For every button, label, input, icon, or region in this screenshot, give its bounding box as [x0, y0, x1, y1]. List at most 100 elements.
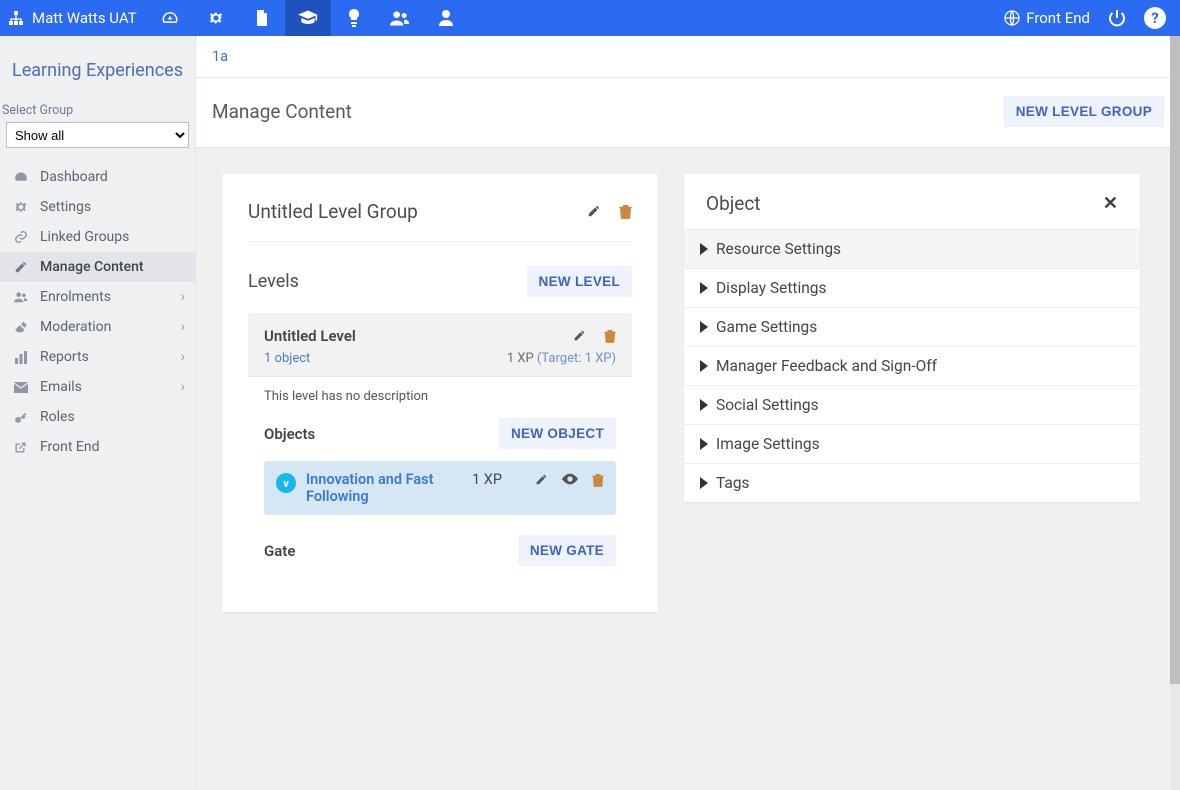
acc-game-settings[interactable]: Game Settings [684, 307, 1140, 346]
preview-object-button[interactable] [562, 473, 578, 487]
levels-label: Levels [248, 271, 299, 292]
acc-label: Display Settings [716, 279, 827, 297]
acc-display-settings[interactable]: Display Settings [684, 268, 1140, 307]
delete-level-button[interactable] [604, 329, 616, 343]
delete-group-button[interactable] [619, 204, 632, 219]
acc-label: Tags [716, 474, 750, 492]
acc-label: Social Settings [716, 396, 819, 414]
close-panel-button[interactable]: ✕ [1103, 193, 1118, 214]
pencil-icon [573, 329, 586, 342]
edit-level-button[interactable] [573, 329, 586, 343]
acc-image-settings[interactable]: Image Settings [684, 424, 1140, 463]
sidebar-item-moderation[interactable]: Moderation› [0, 312, 195, 342]
sidebar-item-label: Linked Groups [40, 229, 129, 245]
nav-settings[interactable] [193, 0, 239, 36]
front-end-link[interactable]: Front End [1004, 9, 1090, 27]
help-icon[interactable]: ? [1144, 7, 1166, 29]
topbar: Matt Watts UAT Front End ? [0, 0, 1180, 36]
sidebar-item-emails[interactable]: Emails› [0, 372, 195, 402]
chart-icon [14, 350, 28, 364]
new-object-button[interactable]: NEW OBJECT [499, 418, 616, 449]
acc-manager-feedback[interactable]: Manager Feedback and Sign-Off [684, 346, 1140, 385]
sidebar-item-roles[interactable]: Roles [0, 402, 195, 432]
nav-ideas[interactable] [331, 0, 377, 36]
object-row[interactable]: v Innovation and Fast Following 1 XP [264, 461, 616, 515]
level-title: Untitled Level [264, 327, 356, 345]
trash-icon [592, 473, 604, 487]
acc-label: Game Settings [716, 318, 817, 336]
new-level-group-button[interactable]: NEW LEVEL GROUP [1004, 96, 1164, 127]
acc-social-settings[interactable]: Social Settings [684, 385, 1140, 424]
chevron-right-icon: › [181, 319, 185, 335]
sidebar-item-label: Enrolments [40, 289, 111, 305]
pencil-icon [535, 473, 548, 486]
sidebar-item-front-end[interactable]: Front End [0, 432, 195, 462]
eraser-icon [14, 321, 28, 333]
scrollbar[interactable] [1170, 36, 1180, 790]
chevron-right-icon [700, 321, 708, 333]
level-group-title: Untitled Level Group [248, 200, 418, 223]
acc-label: Manager Feedback and Sign-Off [716, 357, 937, 375]
vimeo-icon: v [276, 473, 296, 493]
acc-label: Resource Settings [716, 240, 841, 258]
edit-object-button[interactable] [535, 473, 548, 487]
chevron-right-icon: › [181, 379, 185, 395]
sidebar-item-manage-content[interactable]: Manage Content [0, 252, 195, 282]
users-icon [14, 291, 28, 303]
gauge-icon [161, 9, 179, 27]
sidebar-item-dashboard[interactable]: Dashboard [0, 162, 195, 192]
eye-icon [562, 473, 578, 485]
page-header: Manage Content NEW LEVEL GROUP [196, 78, 1180, 148]
chevron-right-icon [700, 438, 708, 450]
sidebar-item-settings[interactable]: Settings [0, 192, 195, 222]
globe-icon [1004, 10, 1020, 26]
sidebar-item-label: Front End [40, 439, 100, 455]
sidebar-item-linked-groups[interactable]: Linked Groups [0, 222, 195, 252]
object-title: Innovation and Fast Following [306, 471, 456, 505]
power-icon[interactable] [1108, 9, 1126, 27]
pencil-icon [14, 260, 28, 274]
sidebar: Learning Experiences Select Group Show a… [0, 36, 196, 790]
sitemap-icon [8, 10, 24, 26]
level-xp: 1 XP (Target: 1 XP) [507, 351, 616, 366]
new-gate-button[interactable]: NEW GATE [518, 535, 616, 566]
page-title: Manage Content [212, 100, 352, 123]
acc-tags[interactable]: Tags [684, 463, 1140, 502]
link-icon [14, 230, 28, 244]
sidebar-item-reports[interactable]: Reports› [0, 342, 195, 372]
gear-icon [208, 10, 224, 26]
sidebar-title: Learning Experiences [0, 60, 195, 103]
file-icon [255, 10, 269, 26]
sidebar-item-enrolments[interactable]: Enrolments› [0, 282, 195, 312]
group-select[interactable]: Show all [6, 122, 189, 148]
delete-object-button[interactable] [592, 473, 604, 487]
brand[interactable]: Matt Watts UAT [8, 9, 137, 27]
nav-users[interactable] [377, 0, 423, 36]
external-icon [14, 441, 27, 454]
nav-pages[interactable] [239, 0, 285, 36]
nav-learning[interactable] [285, 0, 331, 36]
user-icon [439, 10, 453, 26]
level-group-card: Untitled Level Group Levels NEW LEVEL Un… [222, 174, 658, 612]
sidebar-menu: Dashboard Settings Linked Groups Manage … [0, 162, 195, 462]
chevron-right-icon [700, 399, 708, 411]
acc-resource-settings[interactable]: Resource Settings [684, 229, 1140, 268]
chevron-right-icon [700, 282, 708, 294]
sidebar-item-label: Manage Content [40, 259, 144, 275]
object-panel: Object ✕ Resource Settings Display Setti… [684, 174, 1140, 502]
users-icon [390, 10, 410, 26]
nav-user[interactable] [423, 0, 469, 36]
pencil-icon [587, 204, 601, 218]
gear-icon [14, 200, 28, 214]
edit-group-button[interactable] [587, 204, 601, 219]
nav-dashboard[interactable] [147, 0, 193, 36]
level-objects-link[interactable]: 1 object [264, 351, 310, 366]
trash-icon [604, 329, 616, 343]
sidebar-item-label: Roles [40, 409, 75, 425]
scrollbar-thumb[interactable] [1170, 36, 1180, 684]
level-box: Untitled Level 1 object 1 XP (Target: 1 … [248, 313, 632, 582]
sidebar-item-label: Dashboard [40, 169, 108, 185]
new-level-button[interactable]: NEW LEVEL [527, 266, 632, 297]
key-icon [14, 410, 28, 424]
breadcrumb[interactable]: 1a [196, 36, 1180, 78]
